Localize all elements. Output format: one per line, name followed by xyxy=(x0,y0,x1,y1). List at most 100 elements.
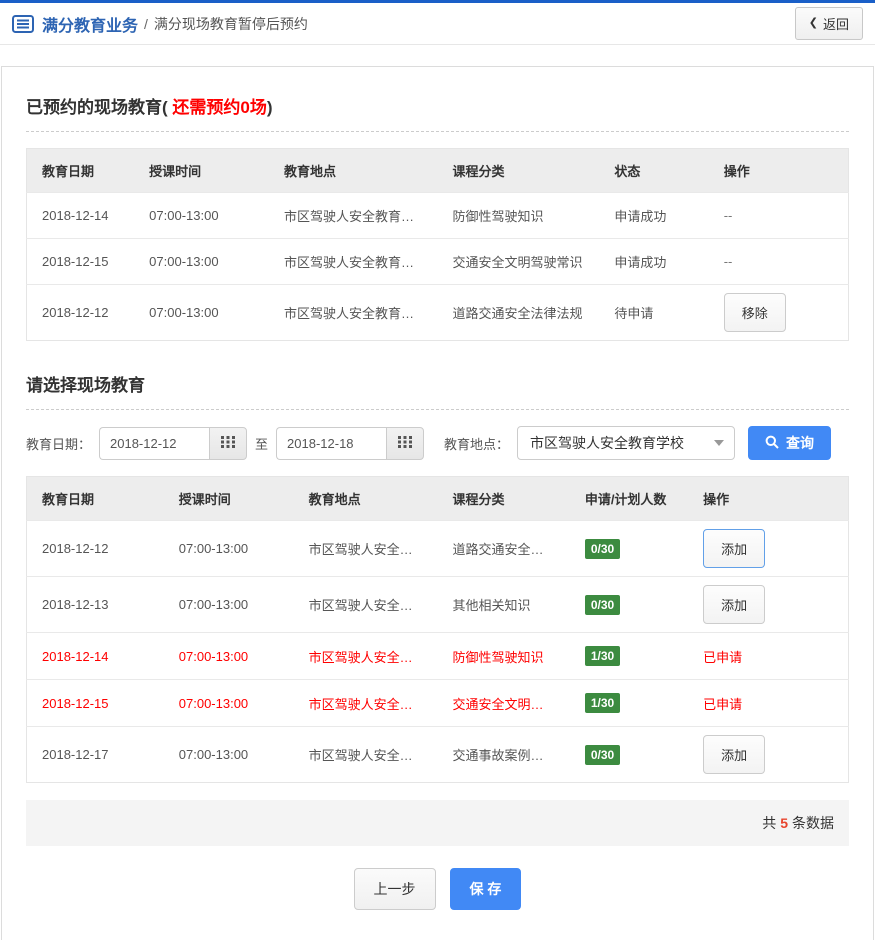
cell-action: -- xyxy=(709,239,849,285)
available-table-header-row: 教育日期 授课时间 教育地点 课程分类 申请/计划人数 操作 xyxy=(27,477,849,521)
cell-time: 07:00-13:00 xyxy=(164,727,294,783)
cell-location: 市区驾驶人安全教育... xyxy=(294,680,438,727)
cell-course: 交通安全文明驾驶常识 xyxy=(437,680,569,727)
cell-date: 2018-12-14 xyxy=(27,193,135,239)
cell-time: 07:00-13:00 xyxy=(134,239,269,285)
cell-action: 已申请 xyxy=(688,633,848,680)
available-table: 教育日期 授课时间 教育地点 课程分类 申请/计划人数 操作 2018-12-1… xyxy=(26,476,849,783)
booked-title-close: ) xyxy=(267,98,273,117)
list-icon xyxy=(12,15,34,33)
previous-step-button[interactable]: 上一步 xyxy=(354,868,436,910)
dashed-divider xyxy=(26,409,849,410)
col-education-date: 教育日期 xyxy=(27,477,164,521)
calendar-grid-icon xyxy=(221,436,235,451)
back-button-label: 返回 xyxy=(823,14,849,33)
applied-status-text: 已申请 xyxy=(703,697,742,712)
booked-title-text: 已预约的现场教育( xyxy=(26,98,172,117)
cell-count: 1/30 xyxy=(570,680,688,727)
table-footer: 共5条数据 xyxy=(26,800,849,846)
cell-location: 市区驾驶人安全教育... xyxy=(294,521,438,577)
booked-table-header-row: 教育日期 授课时间 教育地点 课程分类 状态 操作 xyxy=(27,149,849,193)
count-badge: 1/30 xyxy=(585,646,620,666)
col-location: 教育地点 xyxy=(294,477,438,521)
booked-section-title: 已预约的现场教育( 还需预约0场) xyxy=(26,85,849,131)
cell-location: 市区驾驶人安全教育学校 xyxy=(269,239,438,285)
total-count: 5 xyxy=(780,815,788,831)
available-table-row: 2018-12-13 07:00-13:00 市区驾驶人安全教育... 其他相关… xyxy=(27,577,849,633)
cell-location: 市区驾驶人安全教育学校 xyxy=(269,193,438,239)
cell-time: 07:00-13:00 xyxy=(134,285,269,341)
calendar-grid-icon xyxy=(398,436,412,451)
booked-table-row: 2018-12-14 07:00-13:00 市区驾驶人安全教育学校 防御性驾驶… xyxy=(27,193,849,239)
no-action-dash: -- xyxy=(724,208,733,223)
cell-location: 市区驾驶人安全教育... xyxy=(294,633,438,680)
cell-date: 2018-12-14 xyxy=(27,633,164,680)
cell-status: 申请成功 xyxy=(599,193,708,239)
cell-date: 2018-12-12 xyxy=(27,521,164,577)
cell-location: 市区驾驶人安全教育... xyxy=(294,577,438,633)
col-course-category: 课程分类 xyxy=(437,149,599,193)
available-table-row: 2018-12-17 07:00-13:00 市区驾驶人安全教育... 交通事故… xyxy=(27,727,849,783)
date-to-group xyxy=(276,427,424,460)
cell-status: 待申请 xyxy=(599,285,708,341)
cell-action: 添加 xyxy=(688,577,848,633)
search-button[interactable]: 查询 xyxy=(748,426,831,460)
breadcrumb: 满分教育业务 / 满分现场教育暂停后预约 xyxy=(12,12,308,36)
date-from-calendar-button[interactable] xyxy=(209,427,247,460)
no-action-dash: -- xyxy=(724,254,733,269)
cell-status: 申请成功 xyxy=(599,239,708,285)
bottom-actions: 上一步 保 存 xyxy=(26,868,849,910)
cell-time: 07:00-13:00 xyxy=(134,193,269,239)
add-button[interactable]: 添加 xyxy=(703,529,765,568)
cell-time: 07:00-13:00 xyxy=(164,633,294,680)
col-applied-planned: 申请/计划人数 xyxy=(570,477,688,521)
count-badge: 0/30 xyxy=(585,745,620,765)
cell-course: 道路交通安全法律法规 xyxy=(437,521,569,577)
date-to-calendar-button[interactable] xyxy=(386,427,424,460)
remaining-count-text: 还需预约0场 xyxy=(172,98,266,117)
remove-button[interactable]: 移除 xyxy=(724,293,786,332)
applied-status-text: 已申请 xyxy=(703,650,742,665)
date-filter-label: 教育日期： xyxy=(26,434,91,453)
col-location: 教育地点 xyxy=(269,149,438,193)
cell-action: 添加 xyxy=(688,521,848,577)
col-operation: 操作 xyxy=(709,149,849,193)
breadcrumb-current: 满分现场教育暂停后预约 xyxy=(154,14,308,34)
dashed-divider xyxy=(26,131,849,132)
col-class-time: 授课时间 xyxy=(134,149,269,193)
add-button[interactable]: 添加 xyxy=(703,735,765,774)
topbar: 满分教育业务 / 满分现场教育暂停后预约 ❮ 返回 xyxy=(0,0,875,45)
count-badge: 0/30 xyxy=(585,595,620,615)
search-icon xyxy=(765,435,779,452)
cell-count: 1/30 xyxy=(570,633,688,680)
total-suffix: 条数据 xyxy=(792,815,834,831)
filter-bar: 教育日期： 至 xyxy=(26,426,849,460)
cell-count: 0/30 xyxy=(570,727,688,783)
cell-course: 防御性驾驶知识 xyxy=(437,633,569,680)
cell-course: 道路交通安全法律法规 xyxy=(437,285,599,341)
col-operation: 操作 xyxy=(688,477,848,521)
date-from-input[interactable] xyxy=(99,427,209,460)
date-to-input[interactable] xyxy=(276,427,386,460)
breadcrumb-separator: / xyxy=(144,16,148,32)
search-button-label: 查询 xyxy=(786,433,814,453)
caret-down-icon xyxy=(714,440,724,446)
add-button[interactable]: 添加 xyxy=(703,585,765,624)
save-button[interactable]: 保 存 xyxy=(450,868,522,910)
cell-count: 0/30 xyxy=(570,521,688,577)
col-class-time: 授课时间 xyxy=(164,477,294,521)
cell-date: 2018-12-17 xyxy=(27,727,164,783)
cell-action: 添加 xyxy=(688,727,848,783)
date-from-group xyxy=(99,427,247,460)
cell-action: 移除 xyxy=(709,285,849,341)
back-button[interactable]: ❮ 返回 xyxy=(795,7,863,40)
count-badge: 0/30 xyxy=(585,539,620,559)
location-select[interactable]: 市区驾驶人安全教育学校 xyxy=(517,426,735,460)
count-badge: 1/30 xyxy=(585,693,620,713)
select-section-title: 请选择现场教育 xyxy=(26,363,849,409)
cell-date: 2018-12-13 xyxy=(27,577,164,633)
col-course-category: 课程分类 xyxy=(437,477,569,521)
cell-location: 市区驾驶人安全教育... xyxy=(294,727,438,783)
cell-course: 防御性驾驶知识 xyxy=(437,193,599,239)
col-education-date: 教育日期 xyxy=(27,149,135,193)
